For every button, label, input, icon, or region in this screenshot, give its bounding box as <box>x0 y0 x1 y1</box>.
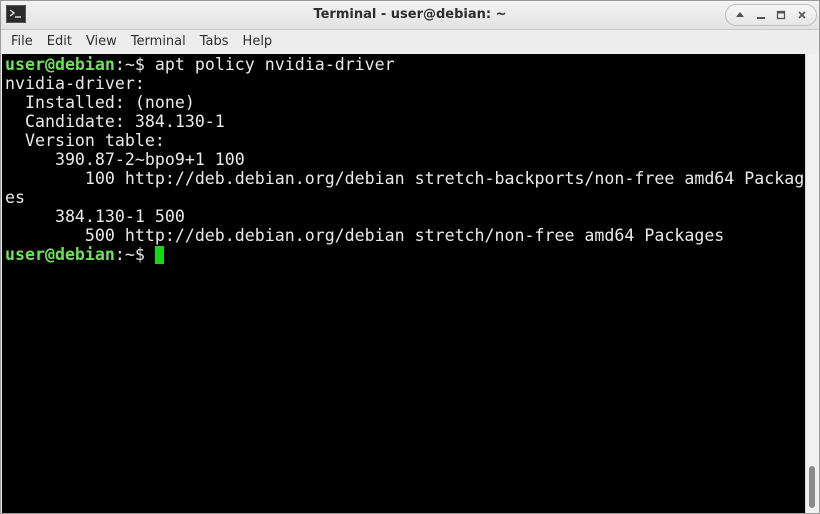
output-line: 500 http://deb.debian.org/debian stretch… <box>5 226 725 245</box>
minimize-icon <box>756 17 765 19</box>
title-bar[interactable]: Terminal - user@debian: ~ <box>1 1 819 30</box>
close-button[interactable] <box>793 6 811 24</box>
menu-tabs[interactable]: Tabs <box>193 30 236 53</box>
output-line: Version table: <box>5 131 165 150</box>
maximize-icon <box>777 10 786 20</box>
window-controls <box>725 4 817 26</box>
output-line: es <box>5 188 25 207</box>
prompt-path: :~$ <box>114 245 155 264</box>
terminal-window: Terminal - user@debian: ~ File Edit View… <box>0 0 820 514</box>
output-line: nvidia-driver: <box>5 74 145 93</box>
terminal-cursor <box>154 246 164 264</box>
output-line: 390.87-2~bpo9+1 100 <box>5 150 245 169</box>
menu-view[interactable]: View <box>79 30 124 53</box>
output-line: Candidate: 384.130-1 <box>5 112 225 131</box>
menu-help[interactable]: Help <box>236 30 280 53</box>
active-prompt-line[interactable]: user@debian:~$ <box>5 245 805 264</box>
minimize-button[interactable] <box>752 6 770 24</box>
prompt-user-host: user@debian <box>5 55 115 74</box>
menu-file[interactable]: File <box>1 30 40 53</box>
up-arrow-icon <box>736 12 745 17</box>
output-line: 100 http://deb.debian.org/debian stretch… <box>5 169 805 188</box>
output-line: 384.130-1 500 <box>5 207 185 226</box>
prompt-path: :~$ <box>114 55 155 74</box>
prompt-user-host: user@debian <box>5 245 115 264</box>
terminal-output-area[interactable]: user@debian:~$ apt policy nvidia-driver … <box>2 54 805 513</box>
output-line: Installed: (none) <box>5 93 195 112</box>
command-line: user@debian:~$ apt policy nvidia-driver <box>5 55 805 74</box>
scrollbar-thumb[interactable] <box>809 466 815 508</box>
menu-terminal[interactable]: Terminal <box>124 30 193 53</box>
command-text: apt policy nvidia-driver <box>154 55 395 74</box>
roll-up-button[interactable] <box>731 6 749 24</box>
menu-edit[interactable]: Edit <box>40 30 79 53</box>
maximize-button[interactable] <box>772 6 790 24</box>
close-icon <box>798 11 806 19</box>
menu-bar: File Edit View Terminal Tabs Help <box>1 30 819 53</box>
vertical-scrollbar[interactable] <box>805 54 819 513</box>
window-title: Terminal - user@debian: ~ <box>313 7 507 22</box>
